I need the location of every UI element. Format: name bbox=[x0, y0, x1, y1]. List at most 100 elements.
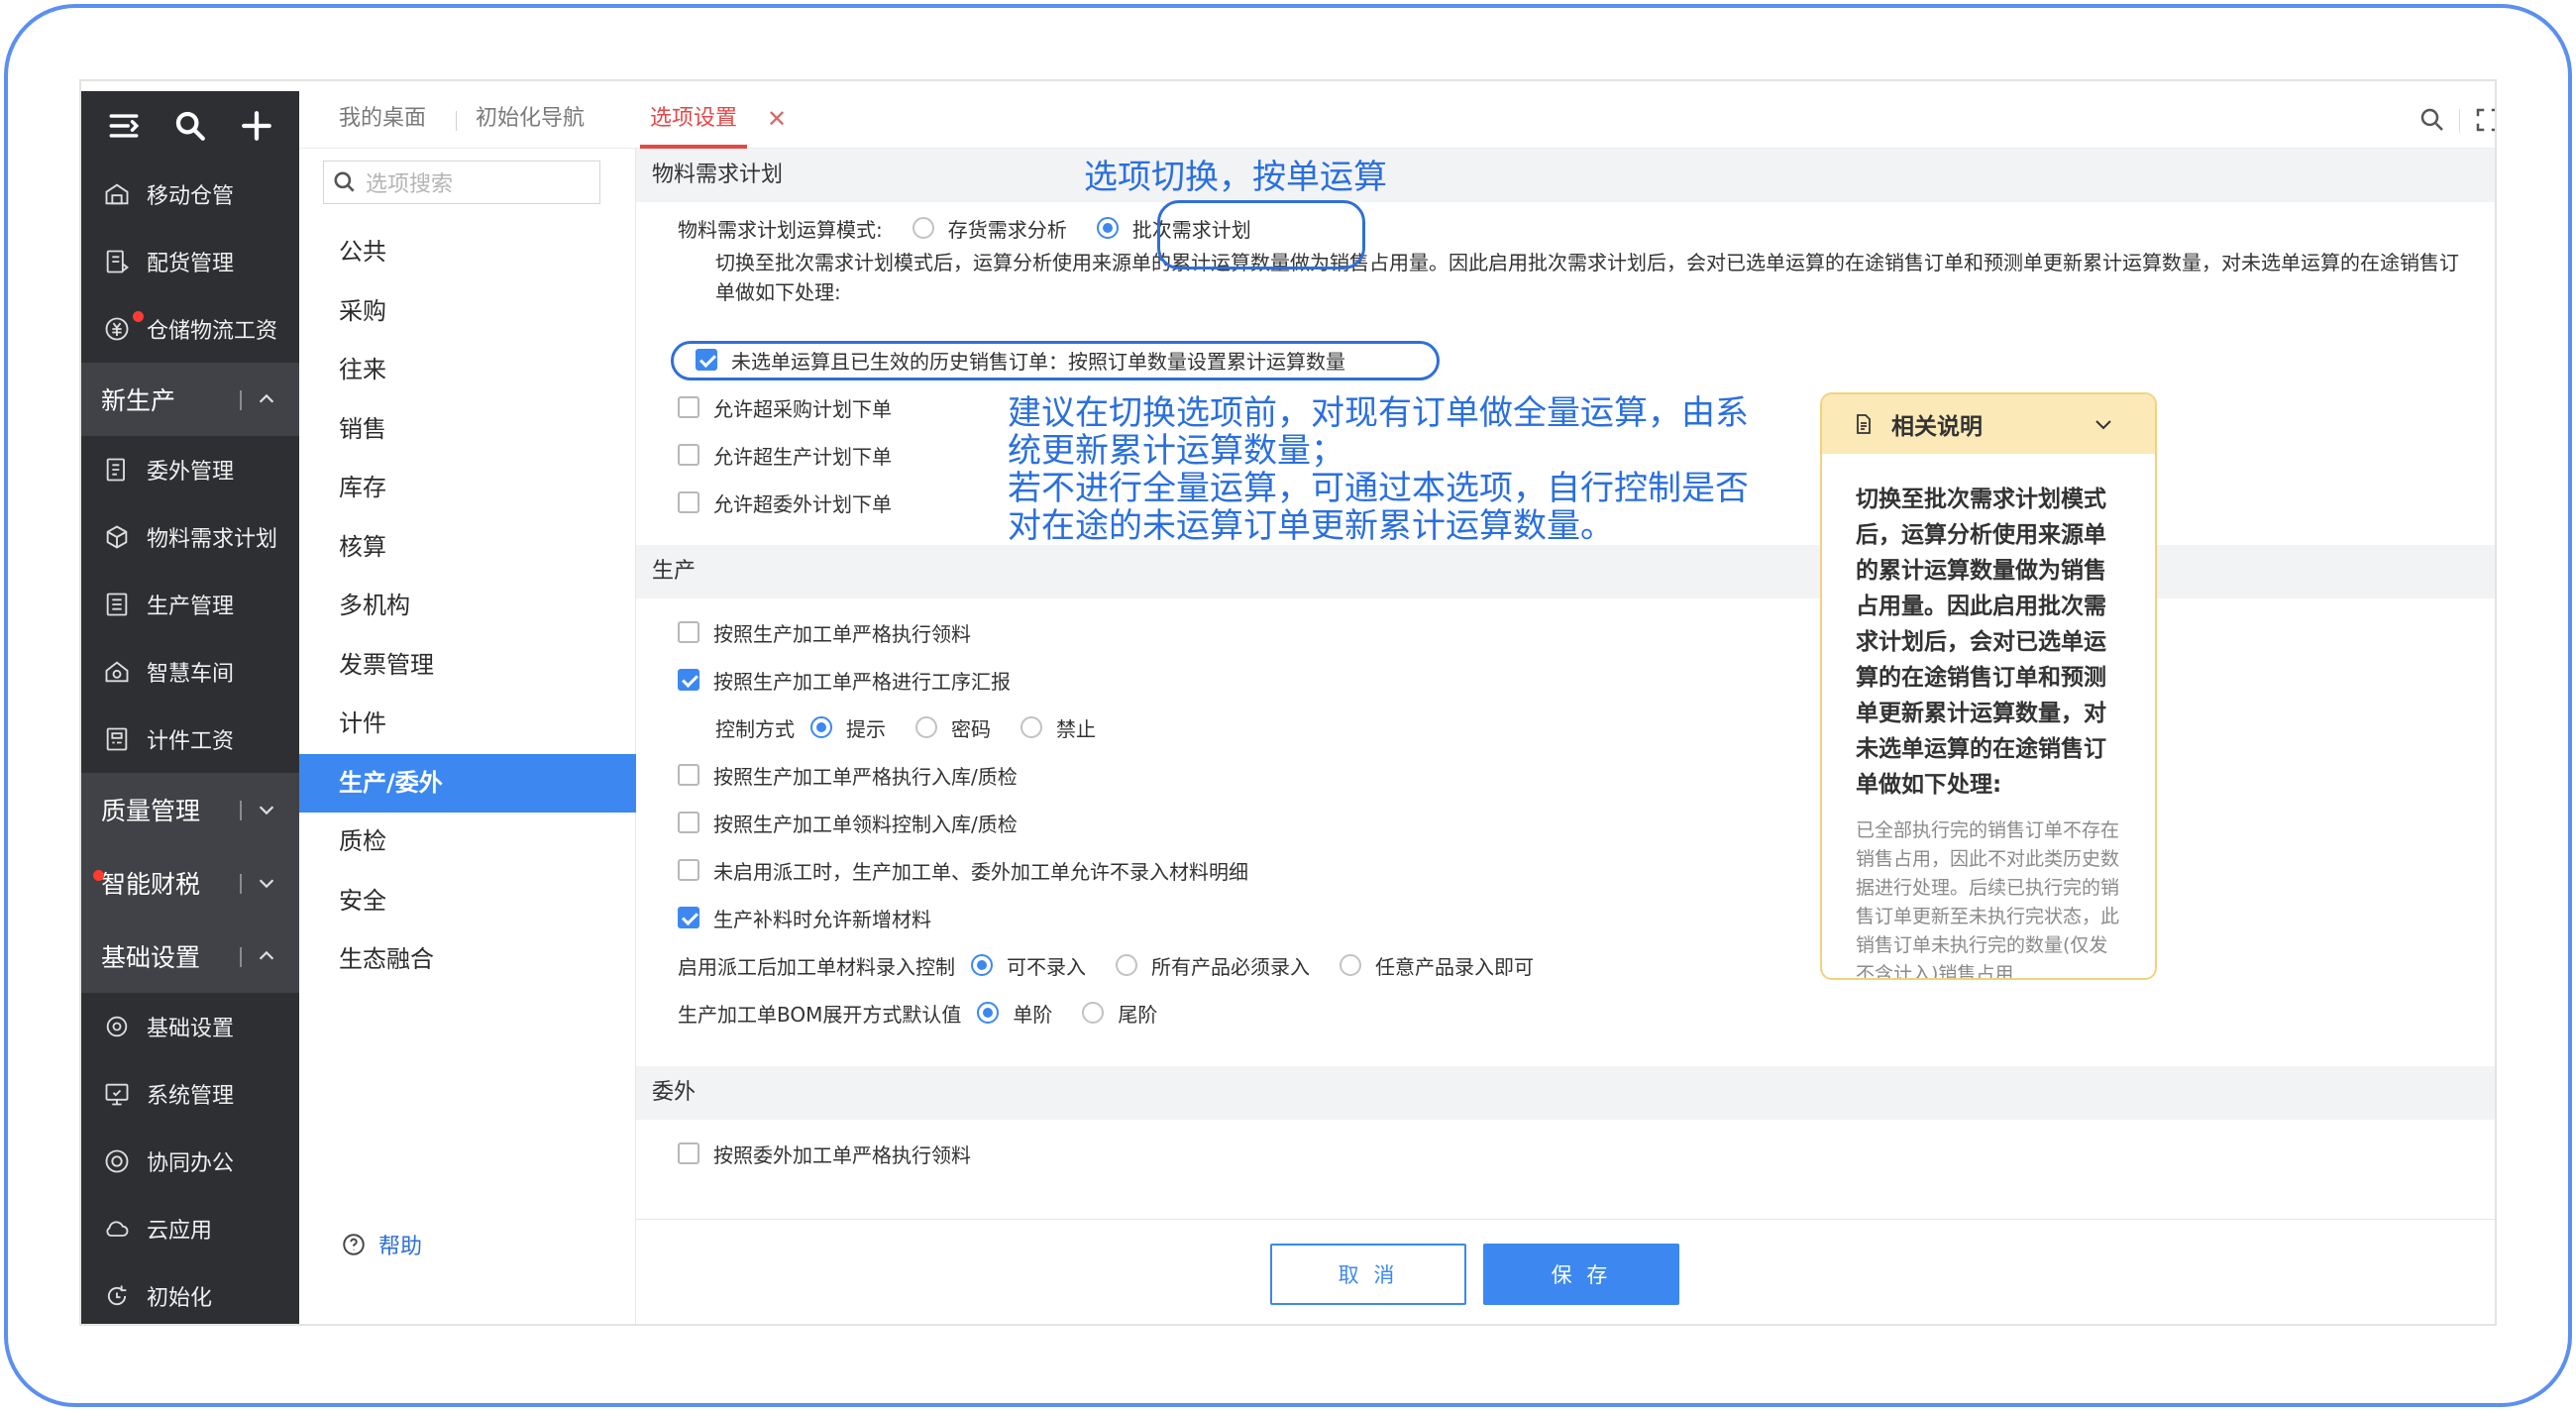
nav-item-inventory[interactable]: 库存 bbox=[299, 459, 636, 518]
smart-workshop-icon bbox=[105, 661, 129, 683]
radio-label: 存货需求分析 bbox=[947, 217, 1067, 242]
checkbox-allow-exceed-purchase[interactable] bbox=[678, 396, 699, 418]
save-button[interactable]: 保 存 bbox=[1483, 1244, 1679, 1305]
sidebar-item-production[interactable]: 生产管理 bbox=[81, 571, 299, 638]
sidebar-item-smart-workshop[interactable]: 智慧车间 bbox=[81, 638, 299, 706]
sidebar-item-label: 系统管理 bbox=[147, 1084, 235, 1109]
sidebar-toolbar bbox=[81, 91, 299, 161]
nav-item-purchase[interactable]: 采购 bbox=[299, 282, 636, 342]
allow-exceed-purchase-row: 允许超采购计划下单 bbox=[678, 389, 892, 425]
checkbox-strict-inbound[interactable] bbox=[678, 764, 699, 786]
tab-bar: 我的桌面 初始化导航 选项设置 ✕ bbox=[299, 91, 2495, 149]
radio-label: 可不录入 bbox=[1007, 954, 1086, 979]
close-tab-icon[interactable]: ✕ bbox=[767, 91, 787, 149]
nav-item-sales[interactable]: 销售 bbox=[299, 400, 636, 460]
tab-my-desktop[interactable]: 我的桌面 bbox=[339, 91, 426, 149]
checkbox-no-dispatch-material[interactable] bbox=[678, 859, 699, 881]
annotation-line-1: 建议在切换选项前，对现有订单做全量运算，由系 bbox=[1008, 393, 1749, 433]
checkbox-allow-exceed-outsource[interactable] bbox=[678, 491, 699, 513]
cancel-button[interactable]: 取 消 bbox=[1270, 1244, 1466, 1305]
chevron-down-icon[interactable] bbox=[2092, 412, 2115, 436]
card-title: 相关说明 bbox=[1891, 414, 1983, 440]
nav-item-quality-check[interactable]: 质检 bbox=[299, 813, 636, 872]
radio-label: 尾阶 bbox=[1118, 1002, 1158, 1027]
option-label: 生产补料时允许新增材料 bbox=[713, 907, 931, 931]
radio-batch-plan[interactable] bbox=[1096, 217, 1119, 239]
sidebar-item-outsource[interactable]: 委外管理 bbox=[81, 436, 299, 503]
sidebar-item-label: 协同办公 bbox=[147, 1151, 235, 1176]
sidebar-group-label: 质量管理 bbox=[101, 797, 201, 825]
nav-item-costing[interactable]: 核算 bbox=[299, 518, 636, 578]
strict-inbound-row: 按照生产加工单严格执行入库/质检 bbox=[678, 757, 1018, 793]
mobile-warehouse-icon bbox=[105, 183, 129, 205]
chevron-down-icon[interactable] bbox=[256, 872, 277, 894]
chevron-up-icon[interactable] bbox=[256, 388, 277, 410]
sidebar-group-finance[interactable]: 智能财税 bbox=[81, 846, 299, 920]
radio-bom-single-level[interactable] bbox=[977, 1002, 1000, 1024]
allow-add-material-row: 生产补料时允许新增材料 bbox=[678, 900, 931, 935]
radio-bom-leaf-level[interactable] bbox=[1082, 1002, 1105, 1024]
options-search-input[interactable]: 选项搜索 bbox=[323, 161, 600, 204]
nav-item-piecework[interactable]: 计件 bbox=[299, 695, 636, 754]
tab-divider bbox=[456, 111, 457, 131]
checkbox-strict-issue[interactable] bbox=[678, 621, 699, 643]
sidebar-item-distribution[interactable]: 配货管理 bbox=[81, 228, 299, 295]
checkbox-allow-add-material[interactable] bbox=[678, 907, 699, 928]
radio-control-password[interactable] bbox=[915, 716, 937, 738]
sidebar-item-material-plan[interactable]: 物料需求计划 bbox=[81, 503, 299, 571]
notification-dot bbox=[93, 870, 104, 881]
menu-collapse-icon[interactable] bbox=[107, 109, 141, 143]
tab-options-settings[interactable]: 选项设置 bbox=[639, 91, 748, 149]
bom-expand-row: 生产加工单BOM展开方式默认值 单阶 尾阶 bbox=[678, 995, 1157, 1031]
option-label: 按照委外加工单严格执行领料 bbox=[713, 1142, 971, 1167]
control-mode-row: 控制方式 提示 密码 禁止 bbox=[715, 709, 1096, 745]
sidebar-item-basic-settings[interactable]: 基础设置 bbox=[81, 993, 299, 1060]
nav-item-invoice[interactable]: 发票管理 bbox=[299, 636, 636, 696]
checkbox-outsource-strict-issue[interactable] bbox=[678, 1142, 699, 1164]
checkbox-issue-control-inbound[interactable] bbox=[678, 812, 699, 833]
tab-init-navigation[interactable]: 初始化导航 bbox=[476, 91, 585, 149]
sidebar-item-collaboration[interactable]: 协同办公 bbox=[81, 1128, 299, 1195]
option-label: 按照生产加工单严格进行工序汇报 bbox=[713, 669, 1011, 694]
zoom-search-icon[interactable] bbox=[2417, 105, 2447, 135]
document-icon bbox=[1857, 414, 1871, 434]
chevron-up-icon[interactable] bbox=[256, 945, 277, 967]
add-icon[interactable] bbox=[240, 109, 273, 143]
sidebar-item-label: 物料需求计划 bbox=[147, 527, 278, 552]
fullscreen-icon[interactable] bbox=[2473, 105, 2497, 135]
checkbox-allow-exceed-production[interactable] bbox=[678, 444, 699, 466]
sidebar-item-cloud[interactable]: 云应用 bbox=[81, 1195, 299, 1262]
option-label: 按照生产加工单严格执行领料 bbox=[713, 621, 971, 646]
sidebar-item-piece-wage[interactable]: 计件工资 bbox=[81, 706, 299, 773]
sidebar-group-new-production[interactable]: 新生产 bbox=[81, 363, 299, 436]
radio-stock-analysis[interactable] bbox=[912, 217, 934, 239]
sidebar-group-label: 智能财税 bbox=[101, 870, 201, 899]
group-separator bbox=[240, 390, 242, 410]
help-link[interactable]: 帮助 bbox=[341, 1229, 422, 1260]
sidebar-item-system-admin[interactable]: 系统管理 bbox=[81, 1060, 299, 1128]
nav-item-security[interactable]: 安全 bbox=[299, 872, 636, 931]
nav-item-ecosystem[interactable]: 生态融合 bbox=[299, 930, 636, 990]
radio-dispatch-all-required[interactable] bbox=[1116, 954, 1137, 976]
chevron-down-icon[interactable] bbox=[256, 799, 277, 820]
radio-dispatch-any[interactable] bbox=[1340, 954, 1361, 976]
sidebar-group-quality[interactable]: 质量管理 bbox=[81, 773, 299, 846]
radio-dispatch-optional[interactable] bbox=[971, 954, 993, 976]
radio-control-prompt[interactable] bbox=[810, 716, 832, 738]
sidebar-item-label: 移动仓管 bbox=[147, 184, 235, 209]
group-separator bbox=[240, 801, 242, 820]
card-header[interactable]: 相关说明 bbox=[1822, 394, 2155, 454]
nav-item-accounts[interactable]: 往来 bbox=[299, 341, 636, 400]
sidebar-item-initialize[interactable]: 初始化 bbox=[81, 1262, 299, 1324]
search-icon[interactable] bbox=[173, 109, 207, 143]
nav-item-production-outsource[interactable]: 生产/委外 bbox=[299, 753, 636, 813]
sidebar-group-basic[interactable]: 基础设置 bbox=[81, 920, 299, 993]
nav-item-multi-org[interactable]: 多机构 bbox=[299, 577, 636, 636]
sidebar-item-mobile-warehouse[interactable]: 移动仓管 bbox=[81, 161, 299, 228]
checkbox-strict-report[interactable] bbox=[678, 669, 699, 691]
nav-item-public[interactable]: 公共 bbox=[299, 223, 636, 282]
annotation-top: 选项切换，按单运算 bbox=[1084, 158, 1387, 197]
sidebar-item-logistics-wage[interactable]: 仓储物流工资 bbox=[81, 295, 299, 363]
option-label: 未启用派工时，生产加工单、委外加工单允许不录入材料明细 bbox=[713, 859, 1248, 884]
radio-control-forbid[interactable] bbox=[1020, 716, 1042, 738]
